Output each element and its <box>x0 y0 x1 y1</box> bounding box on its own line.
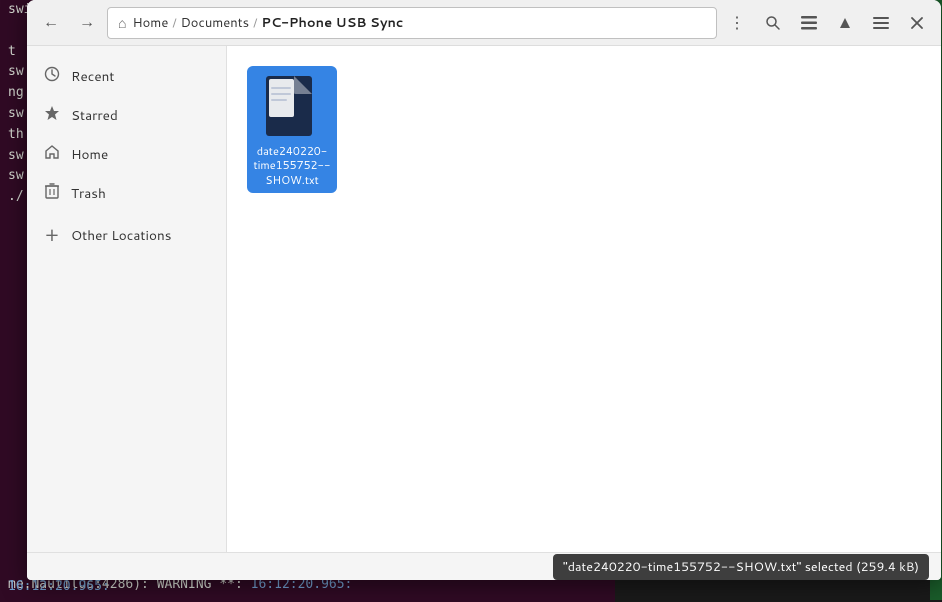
sidebar-item-starred[interactable]: Starred <box>27 97 226 134</box>
status-text: "date240220-time155752--SHOW.txt" select… <box>553 554 929 580</box>
file-item[interactable]: date240220- time155752-- SHOW.txt <box>247 66 337 193</box>
main-content[interactable]: date240220- time155752-- SHOW.txt <box>227 46 941 552</box>
file-manager-window: ← → ⌂ Home / Documents / PC-Phone USB Sy… <box>27 0 941 580</box>
home-icon: ⌂ <box>118 13 126 33</box>
file-manager-body: Recent Starred Home <box>27 46 941 552</box>
starred-icon <box>43 104 61 127</box>
sidebar-item-other-locations-label: Other Locations <box>71 226 171 245</box>
breadcrumb-home[interactable]: Home <box>132 14 168 32</box>
trash-icon <box>43 182 61 205</box>
list-view-button[interactable] <box>793 7 825 39</box>
terminal-time-value: 16:12:20.965: <box>8 579 110 594</box>
other-locations-icon: + <box>43 221 61 249</box>
forward-button[interactable]: → <box>71 7 103 39</box>
sidebar-item-trash-label: Trash <box>71 184 106 203</box>
home-nav-icon <box>43 143 61 166</box>
toolbar: ← → ⌂ Home / Documents / PC-Phone USB Sy… <box>27 0 941 46</box>
close-button[interactable] <box>901 7 933 39</box>
file-icon <box>264 74 320 140</box>
sidebar-item-home[interactable]: Home <box>27 136 226 173</box>
sidebar-item-starred-label: Starred <box>71 106 118 125</box>
list-view-icon <box>801 16 817 30</box>
sidebar-item-recent[interactable]: Recent <box>27 58 226 95</box>
sidebar-item-trash[interactable]: Trash <box>27 175 226 212</box>
hamburger-icon <box>873 17 889 29</box>
sidebar-item-other-locations[interactable]: + Other Locations <box>27 214 226 256</box>
breadcrumb-bar: ⌂ Home / Documents / PC-Phone USB Sync <box>107 7 717 39</box>
file-label: date240220- time155752-- SHOW.txt <box>253 144 330 187</box>
breadcrumb-documents[interactable]: Documents <box>181 14 250 32</box>
sidebar-item-recent-label: Recent <box>71 67 114 86</box>
back-button[interactable]: ← <box>35 7 67 39</box>
file-icon-wrapper <box>262 72 322 142</box>
search-button[interactable] <box>757 7 789 39</box>
close-icon <box>911 17 923 29</box>
hamburger-button[interactable] <box>865 7 897 39</box>
breadcrumb-sep-1: / <box>172 14 176 31</box>
sidebar-item-home-label: Home <box>71 145 108 164</box>
terminal-time-display: 16:12:20.965: <box>8 579 110 594</box>
sidebar: Recent Starred Home <box>27 46 227 552</box>
breadcrumb-current: PC-Phone USB Sync <box>261 14 403 32</box>
recent-icon <box>43 65 61 88</box>
sort-button[interactable] <box>829 7 861 39</box>
sort-icon <box>840 18 850 28</box>
search-icon <box>765 15 781 31</box>
more-menu-button[interactable]: ⋮ <box>721 7 753 39</box>
breadcrumb-sep-2: / <box>253 14 257 31</box>
status-bar: "date240220-time155752--SHOW.txt" select… <box>27 552 941 580</box>
